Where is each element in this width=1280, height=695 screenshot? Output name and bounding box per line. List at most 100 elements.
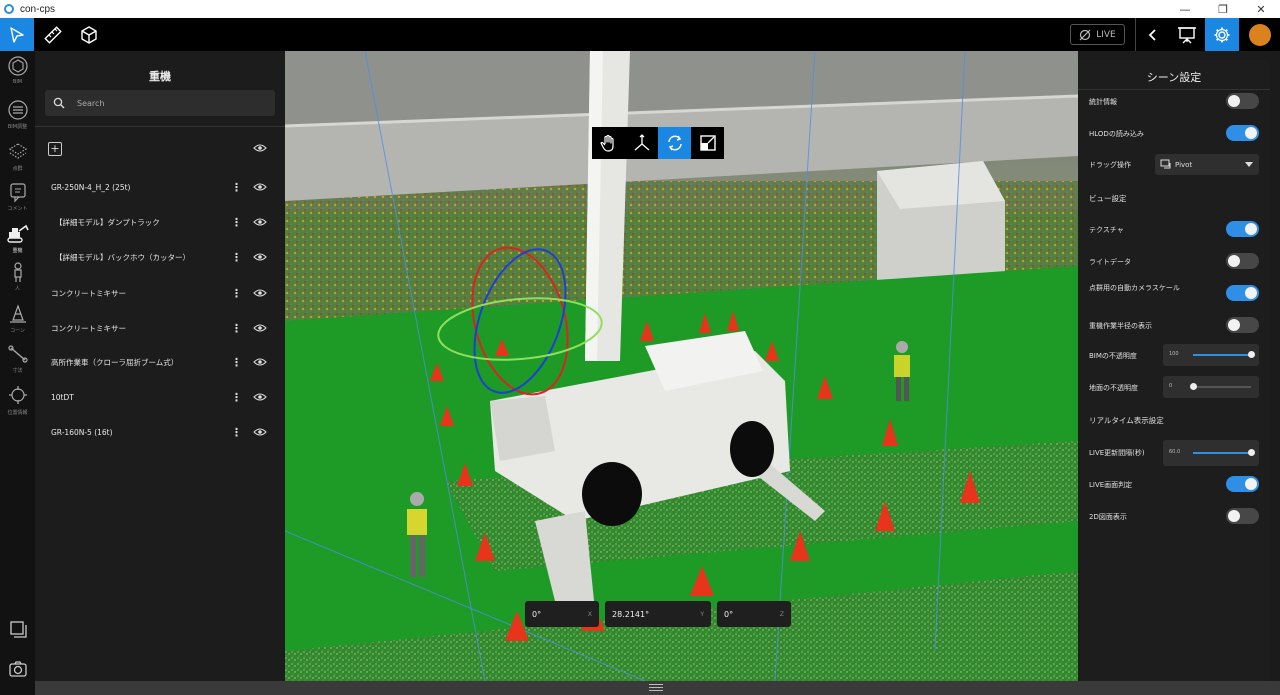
rail-label: コメント [7, 206, 28, 212]
close-window-button[interactable]: ✕ [1242, 0, 1280, 18]
live-button[interactable]: LIVE [1070, 24, 1125, 45]
measure-tool-button[interactable] [36, 18, 70, 51]
slider-value: 100 [1169, 351, 1179, 357]
pivot-icon [1160, 159, 1171, 169]
rail-label: 人 [14, 286, 20, 292]
location-icon [8, 386, 27, 404]
rail-item-comment[interactable]: コメント [0, 181, 35, 225]
layers-button[interactable] [0, 619, 35, 641]
hand-icon [599, 134, 614, 152]
setting-label: LIVE画面判定 [1089, 481, 1133, 489]
avatar[interactable] [1249, 24, 1271, 46]
list-item[interactable]: 【詳細モデル】バックホウ（カッター） ⋮ [35, 246, 285, 268]
rail-item-cone[interactable]: コーン [0, 303, 35, 347]
work-radius-toggle[interactable] [1226, 317, 1259, 333]
eye-icon[interactable] [253, 323, 267, 333]
screenshot-button[interactable] [0, 660, 35, 682]
rotate-icon [667, 135, 682, 151]
scale-tool-button[interactable] [691, 127, 724, 159]
scale-icon [699, 135, 716, 151]
slider-fill [1193, 452, 1251, 454]
drawer-handle-icon[interactable] [649, 684, 663, 692]
more-menu-icon[interactable]: ⋮ [231, 287, 242, 300]
window-titlebar: con-cps — ❐ ✕ [0, 0, 1280, 18]
pan-tool-button[interactable] [592, 127, 625, 159]
more-menu-icon[interactable]: ⋮ [231, 391, 242, 404]
rail-item-person[interactable]: 人 [0, 261, 35, 305]
settings-button[interactable] [1205, 18, 1239, 51]
light-data-toggle[interactable] [1226, 253, 1259, 269]
bottom-drawer-bar[interactable] [35, 681, 1280, 695]
slider-knob[interactable] [1248, 449, 1255, 456]
list-item[interactable]: 10tDT ⋮ [35, 386, 285, 408]
more-menu-icon[interactable]: ⋮ [231, 426, 242, 439]
texture-toggle[interactable] [1226, 221, 1259, 237]
rotation-z-input[interactable] [724, 609, 778, 619]
slider-track [1193, 351, 1255, 358]
list-item[interactable]: 【詳細モデル】ダンプトラック ⋮ [35, 211, 285, 233]
eye-icon[interactable] [253, 427, 267, 437]
ground-opacity-slider[interactable]: 0 [1163, 376, 1259, 398]
live-interval-slider[interactable]: 60.0 [1163, 440, 1259, 466]
rail-item-pointcloud[interactable]: 点群 [0, 141, 35, 185]
eye-icon[interactable] [253, 252, 267, 262]
rail-label: BIM調整 [7, 124, 28, 130]
machine-name: コンクリートミキサー [51, 288, 126, 298]
object-tool-button[interactable] [72, 18, 106, 51]
eye-icon[interactable] [253, 182, 267, 192]
rotation-y-input[interactable] [612, 609, 666, 619]
eye-icon[interactable] [253, 392, 267, 402]
move-tool-button[interactable] [625, 127, 658, 159]
machine-name: 【詳細モデル】ダンプトラック [55, 217, 160, 227]
presentation-button[interactable] [1170, 18, 1204, 51]
maximize-button[interactable]: ❐ [1204, 0, 1242, 18]
window-title: con-cps [20, 3, 56, 15]
chevron-down-icon [1245, 162, 1253, 167]
more-menu-icon[interactable]: ⋮ [231, 216, 242, 229]
rotate-tool-button[interactable] [658, 127, 691, 159]
list-item[interactable]: GR-250N-4_H_2 (25t) ⋮ [35, 176, 285, 198]
rail-item-measure[interactable]: 寸法 [0, 343, 35, 387]
stats-toggle[interactable] [1226, 93, 1259, 109]
hlod-toggle[interactable] [1226, 125, 1259, 141]
setting-label: 重機作業半径の表示 [1089, 322, 1152, 330]
rail-item-bim-adjust[interactable]: BIM調整 [0, 99, 35, 143]
more-menu-icon[interactable]: ⋮ [231, 181, 242, 194]
rotation-x-input[interactable] [532, 609, 586, 619]
slider-fill [1193, 354, 1251, 356]
2d-drawing-toggle[interactable] [1226, 508, 1259, 524]
eye-icon[interactable] [253, 217, 267, 227]
search-input[interactable] [77, 98, 267, 108]
slider-knob[interactable] [1190, 383, 1197, 390]
settings-title: シーン設定 [1146, 71, 1202, 84]
more-menu-icon[interactable]: ⋮ [231, 356, 242, 369]
machine-name: GR-250N-4_H_2 (25t) [51, 182, 131, 192]
more-menu-icon[interactable]: ⋮ [231, 322, 242, 335]
list-item[interactable]: コンクリートミキサー ⋮ [35, 282, 285, 304]
select-tool-button[interactable] [0, 18, 34, 51]
more-menu-icon[interactable]: ⋮ [231, 251, 242, 264]
add-machine-button[interactable]: + [48, 142, 62, 156]
rail-item-position[interactable]: 位置情報 [0, 385, 35, 429]
drag-mode-select[interactable]: Pivot [1155, 154, 1259, 175]
list-item[interactable]: コンクリートミキサー ⋮ [35, 317, 285, 339]
gear-icon [1214, 27, 1230, 42]
person-icon [13, 262, 22, 282]
layers-icon [9, 621, 27, 638]
bim-opacity-slider[interactable]: 100 [1163, 344, 1259, 366]
list-item[interactable]: GR-160N-5 (16t) ⋮ [35, 421, 285, 443]
auto-camera-scale-toggle[interactable] [1226, 285, 1259, 301]
3d-viewport[interactable]: X Y Z [285, 51, 1078, 681]
eye-icon[interactable] [253, 357, 267, 367]
rail-item-bim[interactable]: BIM [0, 55, 35, 99]
back-button[interactable] [1136, 18, 1170, 51]
list-item[interactable]: 高所作業車（クローラ屈折ブーム式） ⋮ [35, 351, 285, 373]
live-screen-toggle[interactable] [1226, 476, 1259, 492]
minimize-button[interactable]: — [1166, 0, 1204, 18]
panel-title: 重機 [149, 70, 171, 83]
comment-icon [9, 183, 26, 203]
slider-knob[interactable] [1248, 351, 1255, 358]
eye-icon[interactable] [253, 288, 267, 298]
rail-label: 位置情報 [7, 410, 28, 416]
eye-icon[interactable] [253, 143, 267, 153]
